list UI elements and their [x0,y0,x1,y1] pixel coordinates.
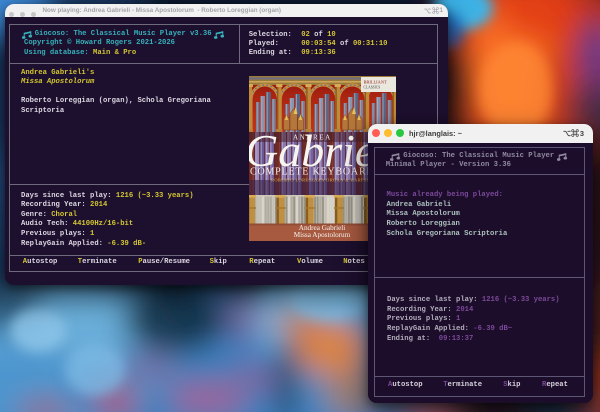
svg-text:Missa Apostolorum: Missa Apostolorum [294,231,351,239]
svg-text:BRILLIANT: BRILLIANT [364,80,387,85]
svg-text:CLASSICS: CLASSICS [364,86,381,90]
